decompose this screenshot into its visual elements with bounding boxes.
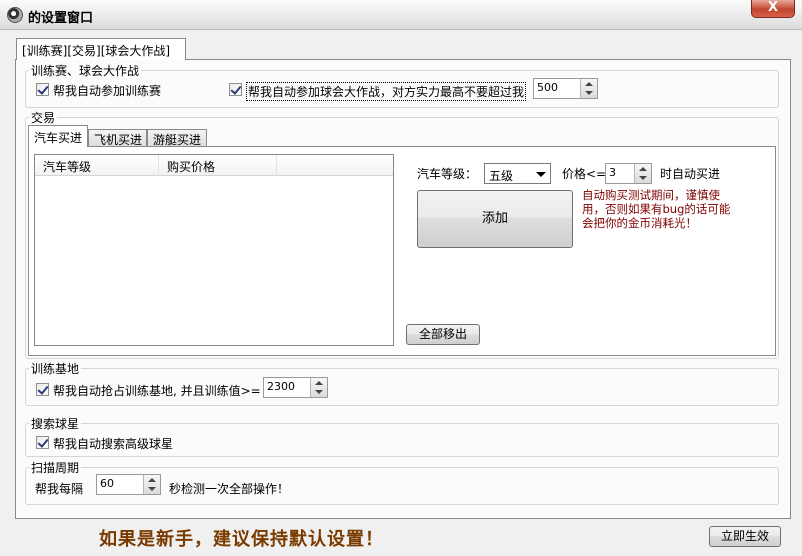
scan-group-legend: 扫描周期: [29, 459, 82, 476]
auto-battle-label: 帮我自动参加球会大作战，对方实力最高不要超过我: [246, 82, 527, 101]
auto-base-label: 帮我自动抢占训练基地, 并且训练值>=: [53, 384, 261, 398]
scan-suffix-label: 秒检测一次全部操作！: [169, 482, 290, 496]
trade-group-legend: 交易: [29, 109, 58, 126]
scan-interval-stepper[interactable]: 60: [96, 474, 161, 495]
column-buy-price[interactable]: 购买价格: [159, 155, 277, 176]
price-arrows-icon[interactable]: [634, 164, 651, 183]
buy-warning: 自动购买测试期间，谨慎使 用，否则如果有bug的话可能 会把你的金币消耗光！: [582, 188, 752, 230]
tab-plane-buy-label: 飞机买进: [94, 133, 143, 147]
price-label: 价格<=: [562, 167, 607, 181]
car-level-value: 五级: [489, 169, 514, 183]
auto-base-checkbox[interactable]: [36, 383, 49, 396]
tab-main-settings[interactable]: [训练赛][交易][球会大作战]: [16, 38, 186, 60]
buy-list[interactable]: 汽车等级 购买价格: [34, 154, 394, 346]
buy-warning-line-2: 用，否则如果有bug的话可能: [582, 202, 731, 216]
battle-limit-stepper[interactable]: 500: [533, 78, 598, 99]
auto-training-checkbox[interactable]: [36, 83, 49, 96]
auto-training-label: 帮我自动参加训练赛: [53, 84, 162, 98]
tab-car-buy[interactable]: 汽车买进: [28, 125, 88, 147]
price-stepper[interactable]: 3: [605, 163, 652, 184]
battle-limit-arrows-icon[interactable]: [580, 79, 597, 98]
buy-list-header: 汽车等级 购买价格: [35, 155, 393, 176]
app-icon: [7, 7, 23, 23]
car-level-label: 汽车等级：: [417, 167, 478, 181]
scan-prefix-label: 帮我每隔: [35, 482, 84, 496]
tab-yacht-buy[interactable]: 游艇买进: [147, 129, 207, 147]
beginner-note: 如果是新手，建议保持默认设置！: [99, 529, 384, 550]
car-level-select[interactable]: 五级: [484, 163, 551, 184]
base-value-stepper[interactable]: 2300: [263, 377, 328, 398]
remove-all-button[interactable]: 全部移出: [406, 324, 480, 345]
base-group-legend: 训练基地: [29, 360, 82, 377]
scan-interval-arrows-icon[interactable]: [143, 475, 160, 494]
window-title: 的设置窗口: [28, 11, 94, 26]
auto-search-checkbox[interactable]: [36, 436, 49, 449]
auto-buy-label: 时自动买进: [660, 167, 721, 181]
title-bar: 的设置窗口 X: [0, 0, 802, 30]
base-value-arrows-icon[interactable]: [310, 378, 327, 397]
buy-warning-line-3: 会把你的金币消耗光！: [582, 216, 697, 230]
battle-limit-value: 500: [537, 81, 558, 94]
auto-battle-checkbox[interactable]: [229, 83, 242, 96]
search-group-legend: 搜索球星: [29, 415, 82, 432]
add-button[interactable]: 添加: [417, 190, 573, 248]
tab-plane-buy[interactable]: 飞机买进: [88, 129, 147, 147]
tab-car-buy-label: 汽车买进: [34, 131, 83, 145]
apply-now-button[interactable]: 立即生效: [709, 526, 781, 547]
chevron-down-icon: [536, 172, 546, 177]
match-group-legend: 训练赛、球会大作战: [29, 62, 142, 79]
buy-warning-line-1: 自动购买测试期间，谨慎使: [582, 188, 720, 202]
tab-main-settings-label: [训练赛][交易][球会大作战]: [22, 44, 171, 58]
close-button[interactable]: X: [751, 0, 795, 18]
tab-yacht-buy-label: 游艇买进: [153, 133, 202, 147]
auto-search-label: 帮我自动搜索高级球星: [53, 437, 174, 451]
scan-interval-value: 60: [100, 477, 114, 490]
price-value: 3: [609, 166, 616, 179]
base-value: 2300: [267, 380, 295, 393]
column-car-level[interactable]: 汽车等级: [35, 155, 159, 176]
